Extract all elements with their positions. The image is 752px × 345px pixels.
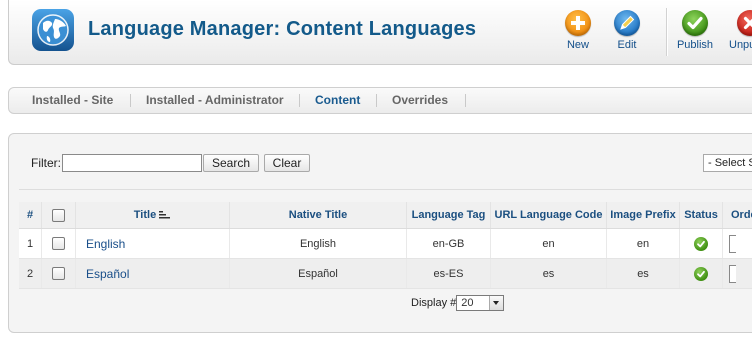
native-title-cell: English (229, 228, 407, 259)
page-title: Language Manager: Content Languages (88, 18, 477, 40)
ordering-cell (722, 228, 752, 259)
publish-button[interactable]: Publish (673, 10, 717, 51)
status-cell (679, 228, 723, 259)
sort-icon (159, 211, 171, 219)
checkmark-icon (682, 10, 708, 36)
language-title-link[interactable]: English (86, 237, 125, 251)
ordering-input[interactable] (729, 264, 736, 283)
filter-label: Filter: (31, 156, 61, 170)
pagination-footer: Display # 20 (19, 288, 752, 317)
plus-icon (565, 10, 591, 36)
column-header-language-tag[interactable]: Language Tag (406, 202, 491, 229)
row-checkbox[interactable] (52, 267, 65, 280)
unpublish-button[interactable]: Unpublish (725, 10, 752, 51)
new-button[interactable]: New (556, 10, 600, 51)
content-panel: Filter: Search Clear - Select Status - #… (8, 133, 752, 333)
tab-separator (376, 94, 377, 107)
column-header-ordering[interactable]: Ordering (722, 202, 752, 229)
chevron-down-icon (489, 296, 504, 310)
column-header-title[interactable]: Title (75, 202, 230, 229)
tab-separator (299, 94, 300, 107)
column-header-image-prefix[interactable]: Image Prefix (606, 202, 680, 229)
search-button[interactable]: Search (203, 154, 259, 172)
tab-installed-administrator[interactable]: Installed - Administrator (146, 93, 284, 107)
image-prefix-cell: es (606, 258, 680, 289)
tab-content[interactable]: Content (315, 93, 360, 107)
new-button-label: New (566, 39, 589, 51)
display-limit-label: Display # (411, 296, 457, 309)
status-cell (679, 258, 723, 289)
edit-button-label: Edit (617, 39, 637, 51)
filter-search-input[interactable] (62, 154, 202, 172)
ordering-cell (722, 258, 752, 289)
x-icon (737, 10, 752, 36)
globe-icon (32, 9, 74, 51)
published-status-icon[interactable] (694, 236, 708, 251)
image-prefix-cell: en (606, 228, 680, 259)
column-header-ordering-label: Ordering (731, 209, 752, 221)
column-header-url-language-code[interactable]: URL Language Code (490, 202, 607, 229)
table-header-row: # Title Native Title Language Tag URL La… (19, 202, 752, 229)
column-header-number: # (19, 202, 42, 229)
column-header-status[interactable]: Status (679, 202, 723, 229)
ordering-input[interactable] (729, 234, 736, 253)
title-cell: English (75, 228, 230, 259)
languages-table: # Title Native Title Language Tag URL La… (19, 202, 752, 317)
published-status-icon[interactable] (694, 266, 708, 281)
pencil-icon (614, 10, 640, 36)
status-filter-select[interactable]: - Select Status - (703, 154, 752, 172)
tab-separator (465, 94, 466, 107)
column-header-native-title[interactable]: Native Title (229, 202, 407, 229)
native-title-cell: Español (229, 258, 407, 289)
url-code-cell: es (490, 258, 607, 289)
tab-separator (130, 94, 131, 107)
language-tag-cell: en-GB (406, 228, 491, 259)
unpublish-button-label: Unpublish (729, 39, 752, 51)
clear-button[interactable]: Clear (264, 154, 310, 172)
display-limit-value: 20 (461, 297, 474, 309)
table-row: 2 Español Español es-ES es es (19, 258, 752, 289)
edit-button[interactable]: Edit (605, 10, 649, 51)
row-number: 1 (19, 228, 42, 259)
submenu-tabs: Installed - Site Installed - Administrat… (8, 87, 752, 114)
tab-overrides[interactable]: Overrides (392, 93, 448, 107)
row-checkbox-cell (41, 228, 76, 259)
table-row: 1 English English en-GB en en (19, 228, 752, 259)
display-limit-select[interactable]: 20 (456, 295, 505, 311)
language-tag-cell: es-ES (406, 258, 491, 289)
row-number: 2 (19, 258, 42, 289)
url-code-cell: en (490, 228, 607, 259)
select-all-checkbox[interactable] (52, 208, 65, 222)
language-title-link[interactable]: Español (86, 267, 129, 281)
column-header-title-label: Title (133, 209, 157, 221)
tab-installed-site[interactable]: Installed - Site (32, 93, 113, 107)
column-header-checkbox (41, 202, 76, 229)
row-checkbox[interactable] (52, 237, 65, 250)
row-checkbox-cell (41, 258, 76, 289)
title-cell: Español (75, 258, 230, 289)
divider (19, 189, 752, 190)
toolbar-divider (666, 8, 667, 56)
publish-button-label: Publish (676, 39, 714, 51)
toolbar-header: Language Manager: Content Languages New … (8, 0, 752, 65)
display-limit-cell: Display # 20 (19, 288, 752, 317)
